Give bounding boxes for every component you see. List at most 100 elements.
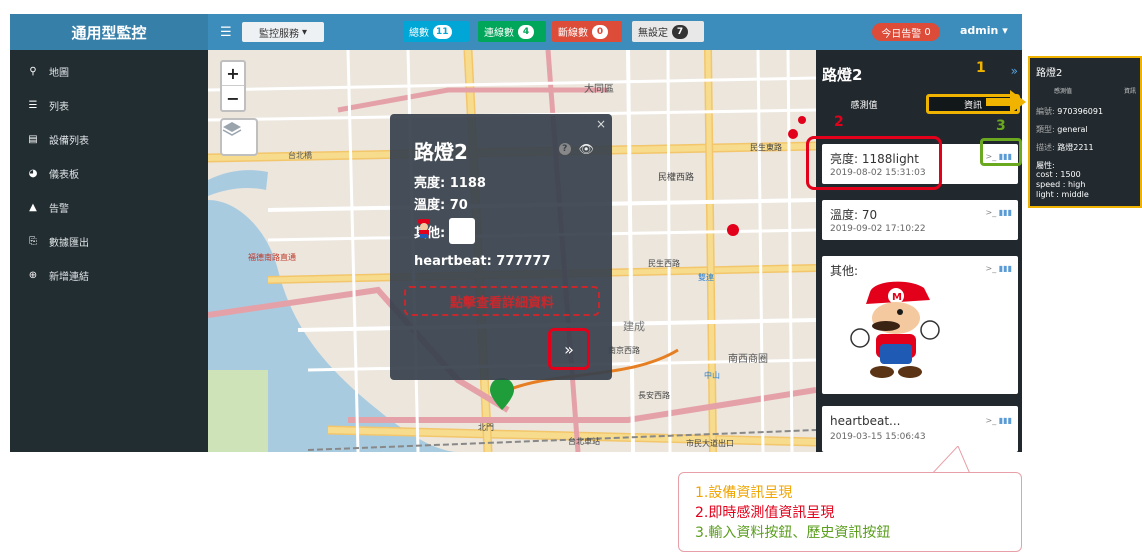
service-select-label: 監控服務 <box>258 28 299 40</box>
app-window: 通用型監控 ☰ 監控服務 ▾ 總數 11 連線數 4 斷線數 0 無設定 7 今… <box>10 14 1022 452</box>
sidebar-item-list[interactable]: ☰ 列表 <box>10 88 208 122</box>
devinfo-id: 編號: 970396091 <box>1036 106 1103 117</box>
card-title: 其他: <box>830 264 859 278</box>
add-circle-icon: ⊕ <box>28 269 38 281</box>
today-alarm-badge[interactable]: 今日告警 0 <box>872 23 940 41</box>
alarm-label: 今日告警 <box>881 28 922 40</box>
online-count: 4 <box>518 24 534 39</box>
devinfo-desc-value: 路燈2211 <box>1057 143 1094 152</box>
popup-temperature: 溫度: 70 <box>414 198 468 213</box>
card-timestamp: 2019-03-15 15:06:43 <box>830 432 926 442</box>
devinfo-tab-sensor[interactable]: 感測值 <box>1054 86 1072 95</box>
mario-image: M <box>830 278 962 382</box>
map-label: 長安西路 <box>638 391 670 400</box>
map-label: 民生東路 <box>750 143 782 152</box>
hamburger-menu-icon[interactable]: ☰ <box>220 25 232 40</box>
sidebar-item-label: 儀表板 <box>49 169 79 181</box>
export-icon: ⎘ <box>29 235 37 247</box>
card-actions: >_ ▮▮▮ <box>986 416 1012 425</box>
svg-text:M: M <box>892 292 902 303</box>
bar-chart-history-icon[interactable]: ▮▮▮ <box>999 208 1012 217</box>
devinfo-attr-speed: speed : high <box>1036 180 1086 189</box>
dashboard-icon: ◕ <box>28 167 38 179</box>
sidebar-item-label: 告警 <box>49 203 69 215</box>
map-label: 北門 <box>478 423 494 432</box>
expand-icon[interactable]: » <box>1011 64 1018 78</box>
terminal-input-icon[interactable]: >_ <box>986 208 997 217</box>
sidebar-item-dashboard[interactable]: ◕ 儀表板 <box>10 156 208 190</box>
unset-label: 無設定 <box>638 28 668 39</box>
zoom-in-button[interactable]: + <box>222 62 244 86</box>
popup-other: 其他: <box>414 218 476 244</box>
sidebar-item-device-list[interactable]: ▤ 設備列表 <box>10 122 208 156</box>
view-detail-link[interactable]: 點擊查看詳細資料 <box>404 286 600 316</box>
callout-number-1: 1 <box>976 60 986 76</box>
panel-title: 路燈2 <box>822 66 863 84</box>
devinfo-desc-label: 描述: <box>1036 143 1055 152</box>
map-label: 民生西路 <box>648 259 680 268</box>
zoom-out-button[interactable]: − <box>222 86 244 110</box>
warning-icon: ▲ <box>29 201 37 213</box>
sidebar-item-alarm[interactable]: ▲ 告警 <box>10 190 208 224</box>
devinfo-type-label: 類型: <box>1036 125 1055 134</box>
online-count-badge[interactable]: 連線數 4 <box>478 21 546 42</box>
mario-thumbnail-image <box>418 218 476 244</box>
devinfo-title: 路燈2 <box>1036 68 1063 79</box>
service-select[interactable]: 監控服務 ▾ <box>242 22 324 42</box>
map-label: 台北橋 <box>288 151 312 160</box>
tab-sensor-values[interactable]: 感測值 <box>818 94 910 114</box>
sensor-card-temperature[interactable]: 溫度: 70 2019-09-02 17:10:22 >_ ▮▮▮ <box>822 200 1018 240</box>
online-label: 連線數 <box>484 28 514 39</box>
map-label: 南京西路 <box>608 346 640 355</box>
map-label: 大同區 <box>584 84 614 95</box>
popup-title: 路燈2 <box>414 140 468 164</box>
close-icon[interactable]: × <box>596 117 606 131</box>
devinfo-type: 類型: general <box>1036 124 1088 135</box>
device-popup: × 路燈2 ? 👁 亮度: 1188 溫度: 70 其他: heartbeat:… <box>390 114 612 380</box>
sensor-card-other[interactable]: 其他: >_ ▮▮▮ M <box>822 256 1018 394</box>
sidebar-item-add-link[interactable]: ⊕ 新增連結 <box>10 258 208 292</box>
callout-arrow-icon <box>986 90 1026 114</box>
total-label: 總數 <box>409 28 429 39</box>
card-title: heartbeat... <box>830 414 901 428</box>
map-label: 南西商圈 <box>728 354 768 365</box>
map-label: 雙連 <box>698 273 714 282</box>
sidebar-item-export[interactable]: ⎘ 數據匯出 <box>10 224 208 258</box>
card-actions: >_ ▮▮▮ <box>986 208 1012 217</box>
map-label: 中山 <box>704 371 720 380</box>
devinfo-attr-cost: cost : 1500 <box>1036 170 1081 179</box>
popup-brightness: 亮度: 1188 <box>414 176 486 191</box>
bar-chart-history-icon[interactable]: ▮▮▮ <box>999 264 1012 273</box>
sidebar-item-label: 數據匯出 <box>49 237 89 249</box>
terminal-input-icon[interactable]: >_ <box>986 416 997 425</box>
highlight-frame-realtime <box>806 136 942 190</box>
terminal-input-icon[interactable]: >_ <box>986 264 997 273</box>
devinfo-id-value: 970396091 <box>1057 107 1104 116</box>
app-brand[interactable]: 通用型監控 <box>10 14 208 50</box>
devinfo-tab-info[interactable]: 資訊 <box>1124 86 1136 95</box>
map-label: 建成 <box>623 320 645 333</box>
sidebar-item-map[interactable]: ⚲ 地圖 <box>10 54 208 88</box>
user-name: admin <box>960 24 999 37</box>
bar-chart-history-icon[interactable]: ▮▮▮ <box>999 416 1012 425</box>
unset-count-badge[interactable]: 無設定 7 <box>632 21 704 42</box>
zoom-control: + − <box>220 60 246 112</box>
card-timestamp: 2019-09-02 17:10:22 <box>830 224 926 234</box>
card-actions: >_ ▮▮▮ <box>986 264 1012 273</box>
offline-label: 斷線數 <box>558 28 588 39</box>
layers-button[interactable] <box>220 118 258 156</box>
top-navbar: 通用型監控 ☰ 監控服務 ▾ 總數 11 連線數 4 斷線數 0 無設定 7 今… <box>10 14 1022 50</box>
devinfo-type-value: general <box>1057 125 1088 134</box>
eye-icon[interactable]: 👁 <box>579 142 594 156</box>
map-view[interactable]: 大同區 台北橋 民權西路 民生東路 民生西路 雙連 南京西路 建成 南西商圈 中… <box>208 50 816 452</box>
sidebar-item-label: 設備列表 <box>49 135 89 147</box>
sidebar-item-label: 列表 <box>49 101 69 113</box>
help-icon[interactable]: ? <box>558 143 571 155</box>
offline-count-badge[interactable]: 斷線數 0 <box>552 21 622 42</box>
alarm-count: 0 <box>924 26 931 38</box>
sidebar-item-label: 地圖 <box>49 67 69 79</box>
devinfo-attr-light: light : middle <box>1036 190 1089 199</box>
user-menu[interactable]: admin ▾ <box>960 24 1008 37</box>
popup-next-button[interactable]: » <box>548 328 590 370</box>
total-count-badge[interactable]: 總數 11 <box>403 21 469 42</box>
